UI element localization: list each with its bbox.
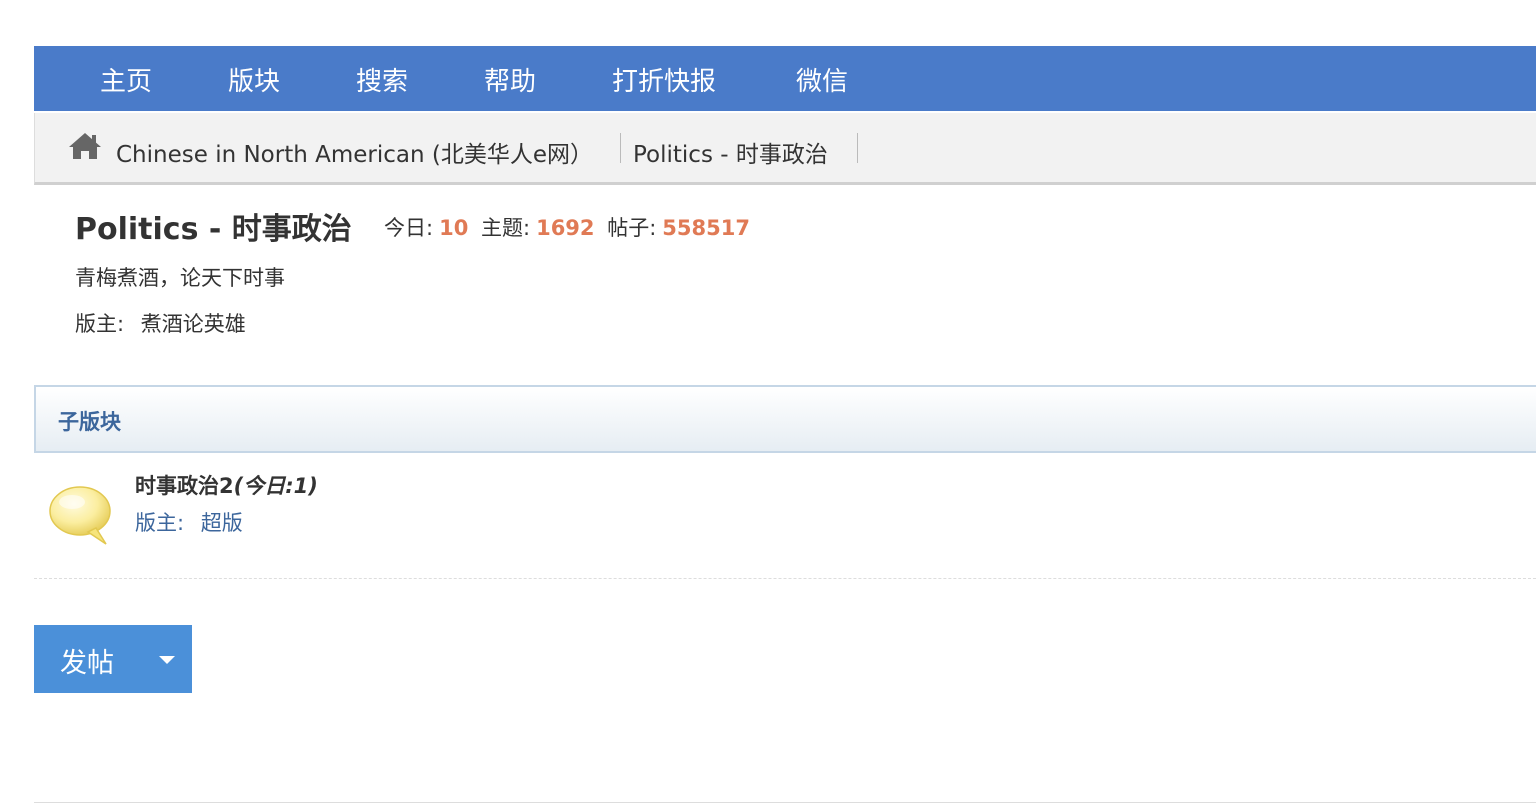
stat-posts-value: 558517 <box>662 216 750 240</box>
stat-topics-label: 主题: <box>481 216 531 240</box>
subforum-moderator-link[interactable]: 超版 <box>201 511 243 535</box>
subforum-header: 子版块 <box>34 385 1536 453</box>
divider <box>34 578 1536 579</box>
divider <box>34 802 1536 803</box>
subforum-name-link[interactable]: 时事政治2 <box>135 474 234 498</box>
breadcrumb-separator <box>857 133 858 163</box>
moderator-label: 版主: <box>75 312 125 336</box>
nav-item-deals[interactable]: 打折快报 <box>612 61 716 98</box>
nav-item-forums[interactable]: 版块 <box>228 61 280 98</box>
nav-item-help[interactable]: 帮助 <box>484 61 536 98</box>
breadcrumb-site-link[interactable]: Chinese in North American (北美华人e网） <box>116 135 593 169</box>
top-navigation: 主页 版块 搜索 帮助 打折快报 微信 <box>34 46 1536 111</box>
breadcrumb-separator <box>620 133 621 163</box>
forum-title: Politics - 时事政治 <box>75 212 352 247</box>
nav-item-wechat[interactable]: 微信 <box>796 61 848 98</box>
speech-bubble-icon <box>49 486 111 545</box>
home-icon[interactable] <box>67 131 103 161</box>
stat-today-value: 10 <box>439 216 469 240</box>
moderator-name-link[interactable]: 煮酒论英雄 <box>141 312 246 336</box>
forum-stats: 今日: 10 主题: 1692 帖子: 558517 <box>384 212 756 242</box>
new-post-label: 发帖 <box>60 648 114 679</box>
page: 主页 版块 搜索 帮助 打折快报 微信 Chinese in North Ame… <box>0 0 1536 804</box>
stat-today-label: 今日: <box>384 216 434 240</box>
subforum-header-title: 子版块 <box>58 410 121 434</box>
subforum-today-count: (今日:1) <box>233 474 318 498</box>
forum-description: 青梅煮酒，论天下时事 <box>75 266 285 290</box>
new-post-button[interactable]: 发帖 <box>34 625 192 693</box>
stat-topics-value: 1692 <box>536 216 595 240</box>
forum-moderator: 版主: 煮酒论英雄 <box>75 308 246 338</box>
breadcrumb-forum-link[interactable]: Politics - 时事政治 <box>633 135 828 169</box>
nav-item-home[interactable]: 主页 <box>100 61 152 98</box>
subforum-moderator-label: 版主: <box>135 511 185 535</box>
breadcrumb: Chinese in North American (北美华人e网） Polit… <box>34 113 1536 185</box>
nav-item-search[interactable]: 搜索 <box>356 61 408 98</box>
subforum-moderator: 版主: 超版 <box>135 507 243 537</box>
caret-down-icon[interactable] <box>159 656 175 664</box>
stat-posts-label: 帖子: <box>607 216 657 240</box>
subforum-item[interactable]: 时事政治2(今日:1) <box>135 470 318 500</box>
